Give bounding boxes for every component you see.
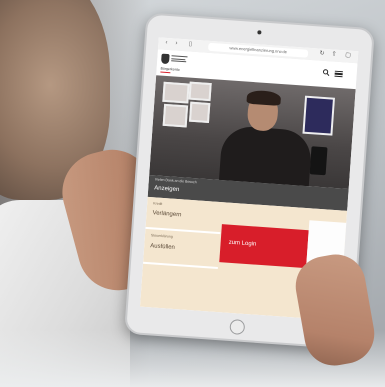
card-label: Kredit	[153, 201, 163, 206]
speaker	[309, 146, 328, 176]
brand-mark	[171, 54, 211, 64]
search-icon[interactable]	[323, 69, 330, 77]
wall-frame	[162, 81, 190, 104]
camera-icon	[257, 30, 262, 35]
active-indicator	[160, 71, 171, 74]
photo-background: ‹ › ▯ www.energiefinanzierung.nrw.de ↻ ⇧…	[0, 0, 385, 387]
back-icon[interactable]: ‹	[162, 40, 170, 48]
person-hair	[246, 89, 282, 106]
hero-caption: Vielen Dank an die Besuch	[154, 177, 197, 185]
card-title[interactable]: Verlängern	[152, 210, 181, 218]
reload-icon[interactable]: ↻	[318, 50, 326, 58]
home-button[interactable]	[229, 318, 246, 336]
card-title[interactable]: Ausfüllen	[150, 243, 175, 251]
hero-image	[149, 75, 356, 189]
book-icon[interactable]: ▯	[186, 41, 194, 49]
wall-frame	[162, 103, 189, 128]
person-body	[218, 125, 313, 189]
card-label: Steuerklärung	[150, 233, 173, 239]
wall-frame	[302, 95, 336, 136]
login-button[interactable]: zum Login	[219, 224, 309, 269]
logo-icon[interactable]	[160, 53, 170, 65]
tabs-icon[interactable]: ▢	[344, 52, 352, 60]
divider	[145, 226, 221, 234]
hero-title: Anzeigen	[154, 185, 180, 194]
share-icon[interactable]: ⇧	[330, 51, 338, 59]
login-label: zum Login	[228, 239, 257, 248]
wall-frame	[188, 81, 212, 102]
menu-icon[interactable]	[334, 70, 343, 78]
wall-frame	[188, 101, 211, 124]
forward-icon[interactable]: ›	[172, 40, 180, 48]
divider	[143, 261, 218, 269]
